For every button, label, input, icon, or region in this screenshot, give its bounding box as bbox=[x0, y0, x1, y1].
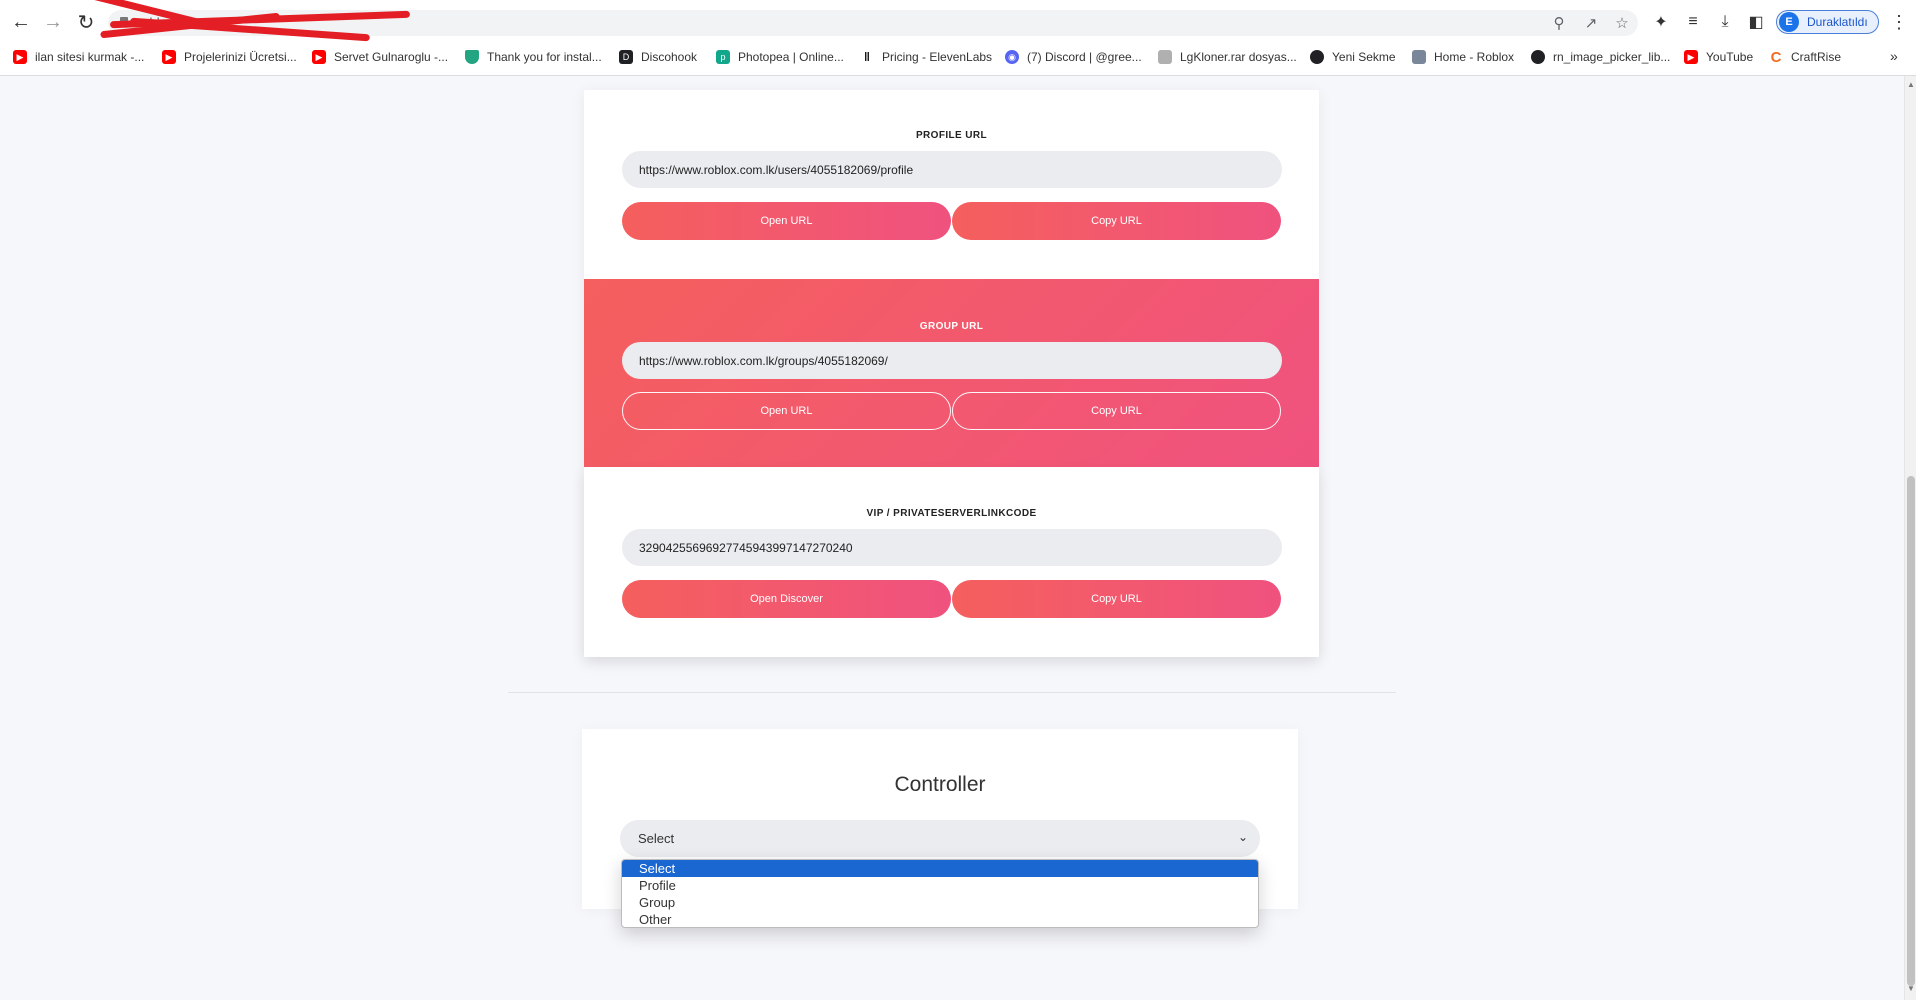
bookmarks-bar: ▶ ilan sitesi kurmak -... ▶ Projelerinizi … bbox=[0, 46, 1916, 68]
copy-profile-url-button[interactable]: Copy URL bbox=[952, 202, 1281, 240]
section-label: GROUP URL bbox=[919, 321, 984, 332]
controller-dropdown-list: Select Profile Group Other bbox=[621, 859, 1259, 928]
craftrise-icon: C bbox=[1770, 48, 1782, 66]
dropdown-option-other[interactable]: Other bbox=[622, 911, 1258, 927]
bookmark-label: Discohook bbox=[641, 50, 698, 64]
bookmark-item[interactable]: C CraftRise bbox=[1769, 48, 1841, 66]
share-icon[interactable]: ↗ bbox=[1582, 14, 1600, 32]
bookmark-item[interactable]: LgKloner.rar dosyas... bbox=[1158, 48, 1297, 66]
open-group-url-button[interactable]: Open URL bbox=[622, 392, 951, 430]
bookmark-label: LgKloner.rar dosyas... bbox=[1180, 50, 1297, 64]
bookmark-item[interactable]: ▶ YouTube bbox=[1684, 48, 1753, 66]
globe-icon bbox=[1531, 50, 1545, 64]
star-icon[interactable]: ☆ bbox=[1613, 14, 1631, 32]
group-url-field[interactable] bbox=[622, 342, 1282, 379]
scroll-down-icon[interactable]: ▼ bbox=[1907, 984, 1915, 993]
side-panel-icon[interactable]: ◧ bbox=[1746, 12, 1766, 32]
scroll-up-icon[interactable]: ▲ bbox=[1907, 80, 1915, 89]
bookmark-label: ilan sitesi kurmak -... bbox=[35, 50, 145, 64]
zoom-icon[interactable]: ⚲ bbox=[1550, 14, 1568, 32]
bookmark-label: YouTube bbox=[1706, 50, 1754, 64]
controller-select[interactable]: Select ⌄ bbox=[620, 820, 1260, 857]
bookmark-label: Photopea | Online... bbox=[738, 50, 844, 64]
bookmark-item[interactable]: D Discohook bbox=[619, 48, 697, 66]
elevenlabs-icon: ‖ bbox=[864, 50, 870, 64]
vip-server-card: VIP / PRIVATESERVERLINKCODE Open Discove… bbox=[584, 467, 1319, 657]
bookmark-label: (7) Discord | @gree... bbox=[1027, 50, 1142, 64]
youtube-icon: ▶ bbox=[162, 50, 176, 64]
bookmark-label: Servet Gulnaroglu -... bbox=[334, 50, 449, 64]
bookmark-item[interactable]: p Photopea | Online... bbox=[716, 48, 844, 66]
browser-chrome: ← → ↻ robl ⚲ ↗ ☆ ✦ ≡ ⤓ ◧ E Duraklatıldı … bbox=[0, 0, 1916, 76]
profile-name: Duraklatıldı bbox=[1807, 15, 1868, 29]
copy-group-url-button[interactable]: Copy URL bbox=[952, 392, 1281, 430]
photopea-icon: p bbox=[716, 50, 730, 64]
bookmark-item[interactable]: Thank you for instal... bbox=[465, 48, 602, 66]
vip-code-field[interactable] bbox=[622, 529, 1282, 566]
avatar: E bbox=[1779, 12, 1799, 32]
group-url-card: ● ● ● ● GROUP URL Open URL Copy URL bbox=[584, 279, 1319, 467]
discord-icon: ◉ bbox=[1005, 50, 1019, 64]
globe-icon bbox=[1310, 50, 1324, 64]
controller-title: Controller bbox=[894, 773, 986, 796]
media-control-icon[interactable]: ≡ bbox=[1683, 12, 1703, 32]
dropdown-option-group[interactable]: Group bbox=[622, 894, 1258, 911]
section-label: VIP / PRIVATESERVERLINKCODE bbox=[866, 508, 1037, 519]
bookmark-item[interactable]: rn_image_picker_lib... bbox=[1531, 48, 1670, 66]
download-icon[interactable]: ⤓ bbox=[1715, 12, 1735, 32]
scrollbar-thumb[interactable] bbox=[1907, 476, 1915, 986]
open-profile-url-button[interactable]: Open URL bbox=[622, 202, 951, 240]
dropdown-option-profile[interactable]: Profile bbox=[622, 877, 1258, 894]
chevron-down-icon: ⌄ bbox=[1237, 830, 1248, 844]
section-label: PROFILE URL bbox=[915, 130, 988, 141]
profile-button[interactable]: E Duraklatıldı bbox=[1776, 10, 1879, 34]
bookmark-item[interactable]: ‖ Pricing - ElevenLabs bbox=[860, 48, 992, 66]
bookmark-label: CraftRise bbox=[1791, 50, 1842, 64]
shield-icon bbox=[465, 50, 479, 64]
discohook-icon: D bbox=[619, 50, 633, 64]
extensions-icon[interactable]: ✦ bbox=[1651, 12, 1671, 32]
bookmarks-overflow-icon[interactable]: » bbox=[1890, 48, 1898, 64]
bookmark-item[interactable]: ▶ ilan sitesi kurmak -... bbox=[13, 48, 144, 66]
bookmark-label: Pricing - ElevenLabs bbox=[882, 50, 993, 64]
bookmark-item[interactable]: Home - Roblox bbox=[1412, 48, 1514, 66]
bookmark-item[interactable]: ◉ (7) Discord | @gree... bbox=[1005, 48, 1142, 66]
youtube-icon: ▶ bbox=[13, 50, 27, 64]
forward-icon[interactable]: → bbox=[42, 11, 64, 33]
profile-url-card: PROFILE URL Open URL Copy URL bbox=[584, 90, 1319, 279]
bookmark-label: Home - Roblox bbox=[1434, 50, 1515, 64]
reload-icon[interactable]: ↻ bbox=[75, 11, 97, 34]
profile-url-field[interactable] bbox=[622, 151, 1282, 188]
dropdown-option-select[interactable]: Select bbox=[622, 860, 1258, 877]
bookmark-item[interactable]: ▶ Servet Gulnaroglu -... bbox=[312, 48, 448, 66]
youtube-icon: ▶ bbox=[312, 50, 326, 64]
youtube-icon: ▶ bbox=[1684, 50, 1698, 64]
bookmark-item[interactable]: ▶ Projelerinizi Ücretsi... bbox=[162, 48, 297, 66]
select-value: Select bbox=[638, 831, 675, 846]
back-icon[interactable]: ← bbox=[10, 11, 32, 33]
copy-vip-url-button[interactable]: Copy URL bbox=[952, 580, 1281, 618]
bookmark-label: Projelerinizi Ücretsi... bbox=[184, 50, 297, 64]
bookmark-label: rn_image_picker_lib... bbox=[1553, 50, 1671, 64]
browser-menu-icon[interactable]: ⋮ bbox=[1890, 12, 1908, 33]
section-divider bbox=[508, 692, 1396, 693]
bookmark-label: Yeni Sekme bbox=[1332, 50, 1396, 64]
page-scrollbar[interactable]: ▲ ▼ bbox=[1904, 76, 1916, 1000]
file-icon bbox=[1158, 50, 1172, 64]
bookmark-label: Thank you for instal... bbox=[487, 50, 602, 64]
browser-toolbar: ← → ↻ robl ⚲ ↗ ☆ ✦ ≡ ⤓ ◧ E Duraklatıldı … bbox=[0, 0, 1916, 44]
bookmark-item[interactable]: Yeni Sekme bbox=[1310, 48, 1396, 66]
roblox-icon bbox=[1412, 50, 1426, 64]
open-discover-button[interactable]: Open Discover bbox=[622, 580, 951, 618]
